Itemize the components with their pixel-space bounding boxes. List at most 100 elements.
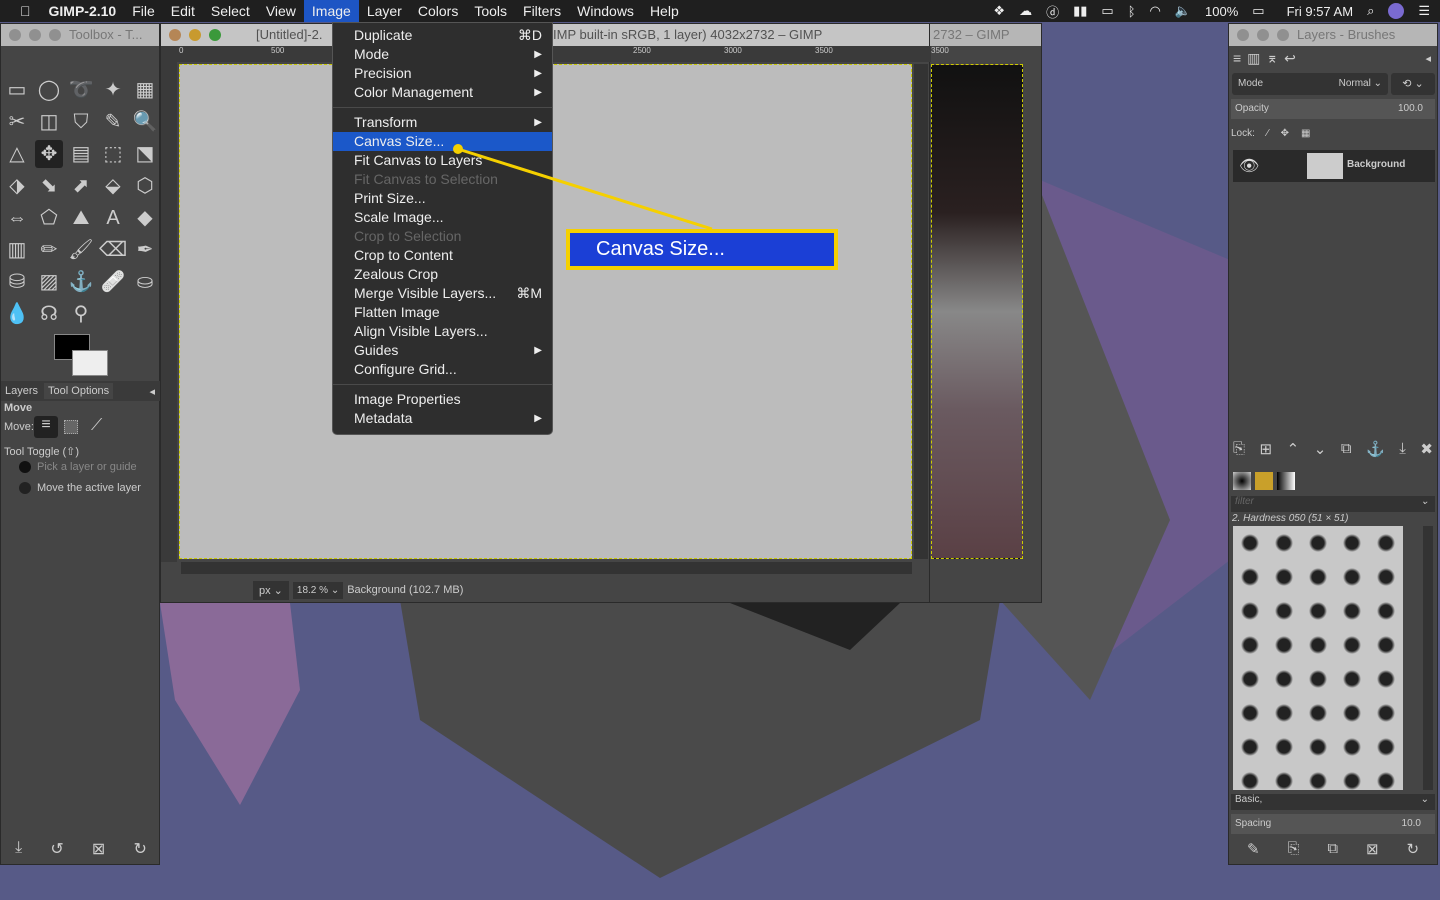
align-tool-icon[interactable]: ▤ [67,140,95,168]
restore-icon[interactable]: ↺ [50,839,63,859]
crop-tool-icon[interactable]: ⬚ [99,140,127,168]
menu-item-crop-to-content[interactable]: Crop to Content [333,246,552,265]
menu-edit[interactable]: Edit [163,0,203,22]
new-group-icon[interactable]: ⊞ [1260,440,1273,458]
eye-icon[interactable]: 👁 [1239,156,1259,176]
color-picker-tool-icon[interactable]: ✎ [99,108,127,136]
menu-help[interactable]: Help [642,0,687,22]
volume-icon[interactable]: 🔈 [1175,3,1191,19]
clone-tool-icon[interactable]: ⚓ [67,268,95,296]
menu-item-align-visible-layers[interactable]: Align Visible Layers... [333,322,552,341]
zoom-tool-icon[interactable]: 🔍 [131,108,159,136]
layers-titlebar[interactable]: Layers - Brushes [1229,24,1437,46]
scissors-tool-icon[interactable]: ✂ [3,108,31,136]
color-select-tool-icon[interactable]: ▦ [131,76,159,104]
menu-item-duplicate[interactable]: Duplicate ⌘D [333,26,552,45]
wifi-icon[interactable]: ◠ [1150,3,1161,19]
heal-tool-icon[interactable]: 🩹 [99,268,127,296]
notification-icon[interactable]: ☰ [1418,3,1430,19]
flip-tool-icon[interactable]: ⇔ [3,204,31,232]
zoom-select[interactable]: 18.2 % ⌄ [292,581,344,599]
ink-tool-icon[interactable]: ⛁ [3,268,31,296]
battery-percent[interactable]: 100% [1205,4,1238,19]
spacing-slider[interactable]: Spacing 10.0 [1231,814,1435,834]
ellipse-select-tool-icon[interactable]: ◯ [35,76,63,104]
unified-transform-tool-icon[interactable]: ⬔ [131,140,159,168]
fuzzy-select-tool-icon[interactable]: ✦ [99,76,127,104]
patterns-tab-icon[interactable] [1255,472,1273,490]
menu-layer[interactable]: Layer [359,0,410,22]
menu-item-color-management[interactable]: Color Management ▶ [333,83,552,102]
brush-scrollbar[interactable] [1423,526,1433,790]
panel-menu-icon[interactable]: ◂ [149,385,155,398]
toolbox-titlebar[interactable]: Toolbox - T... [1,24,159,46]
reset-icon[interactable]: ↻ [133,839,146,859]
brush-tag-select[interactable]: Basic, ⌄ [1231,794,1435,810]
refresh-brushes-icon[interactable]: ↻ [1406,840,1419,858]
background-color[interactable] [72,350,108,376]
new-layer-icon[interactable]: ⎘ [1233,440,1245,458]
duplicate-layer-icon[interactable]: ⧉ [1341,440,1352,458]
smudge-tool-icon[interactable]: ☊ [35,300,63,328]
raise-layer-icon[interactable]: ⌃ [1287,440,1300,458]
edit-brush-icon[interactable]: ✎ [1247,840,1260,858]
gradients-tab-icon[interactable] [1277,472,1295,490]
channels-tab-icon[interactable]: ▥ [1247,50,1260,67]
menu-app[interactable]: GIMP-2.10 [41,0,125,22]
handle-transform-tool-icon[interactable]: ⬊ [35,172,63,200]
wrap-tool-icon[interactable]: ⬠ [35,204,63,232]
delete-brush-icon[interactable]: ⊠ [1366,840,1379,858]
clock[interactable]: Fri 9:57 AM [1287,4,1353,19]
blur-tool-icon[interactable]: 💧 [3,300,31,328]
measure-tool-icon[interactable]: △ [3,140,31,168]
move-selection-mode[interactable] [64,420,78,434]
menu-item-print-size[interactable]: Print Size... [333,189,552,208]
airbrush-tool-icon[interactable]: ✒ [131,236,159,264]
composite-mode-select[interactable]: ⟲ ⌄ [1391,73,1435,95]
new-brush-icon[interactable]: ⎘ [1287,840,1299,858]
menu-item-flatten-image[interactable]: Flatten Image [333,303,552,322]
menu-filters[interactable]: Filters [515,0,569,22]
menu-item-precision[interactable]: Precision ▶ [333,64,552,83]
dodge-tool-icon[interactable]: ⚲ [67,300,95,328]
merge-down-icon[interactable]: ⤓ [1399,440,1406,458]
move-path-mode[interactable]: ⟋ [91,417,102,435]
perspective-tool-icon[interactable]: ⬙ [99,172,127,200]
menu-item-fit-canvas-to-layers[interactable]: Fit Canvas to Layers [333,151,552,170]
brushes-tab-icon[interactable] [1233,472,1251,490]
opacity-slider[interactable]: Opacity 100.0 [1231,99,1435,119]
horizontal-scrollbar[interactable] [181,562,912,574]
rect-select-tool-icon[interactable]: ▭ [3,76,31,104]
text-tool-icon[interactable]: A [99,204,127,232]
menu-item-canvas-size[interactable]: Canvas Size... [333,132,552,151]
delete-icon[interactable]: ⊠ [92,839,105,859]
save-options-icon[interactable]: ⤓ [15,839,22,859]
menu-select[interactable]: Select [203,0,258,22]
brush-grid[interactable] [1233,526,1403,790]
undo-history-tab-icon[interactable]: ↩ [1284,50,1296,67]
menu-windows[interactable]: Windows [569,0,642,22]
menu-item-image-properties[interactable]: Image Properties [333,390,552,409]
tab-layers[interactable]: Layers [5,385,38,397]
menu-item-zealous-crop[interactable]: Zealous Crop [333,265,552,284]
menu-colors[interactable]: Colors [410,0,466,22]
lock-pixels-icon[interactable]: ∕ [1267,128,1269,139]
menu-item-merge-visible-layers[interactable]: Merge Visible Layers... ⌘M [333,284,552,303]
panel-menu-icon[interactable]: ◂ [1425,52,1431,65]
paths-tab-icon[interactable]: ⌆ [1266,50,1278,67]
gradient-tool-icon[interactable]: ▥ [3,236,31,264]
grid-icon[interactable]: ▮▮ [1073,3,1087,19]
menu-item-guides[interactable]: Guides ▶ [333,341,552,360]
vertical-scrollbar[interactable] [914,64,928,559]
airplay-icon[interactable]: ▭ [1101,3,1113,19]
dropbox-icon[interactable]: ❖ [993,3,1005,19]
move-tool-icon[interactable]: ✥ [35,140,63,168]
paths-tool-icon[interactable]: ⛉ [67,108,95,136]
lock-alpha-icon[interactable]: ▦ [1301,128,1310,139]
tab-tool-options[interactable]: Tool Options [44,383,114,399]
menu-tools[interactable]: Tools [466,0,515,22]
d-icon[interactable]: ⓓ [1046,2,1059,21]
menu-item-transform[interactable]: Transform ▶ [333,113,552,132]
layer-row[interactable]: 👁 Background [1233,150,1435,182]
back-window-titlebar[interactable]: 2732 – GIMP [929,24,1041,46]
